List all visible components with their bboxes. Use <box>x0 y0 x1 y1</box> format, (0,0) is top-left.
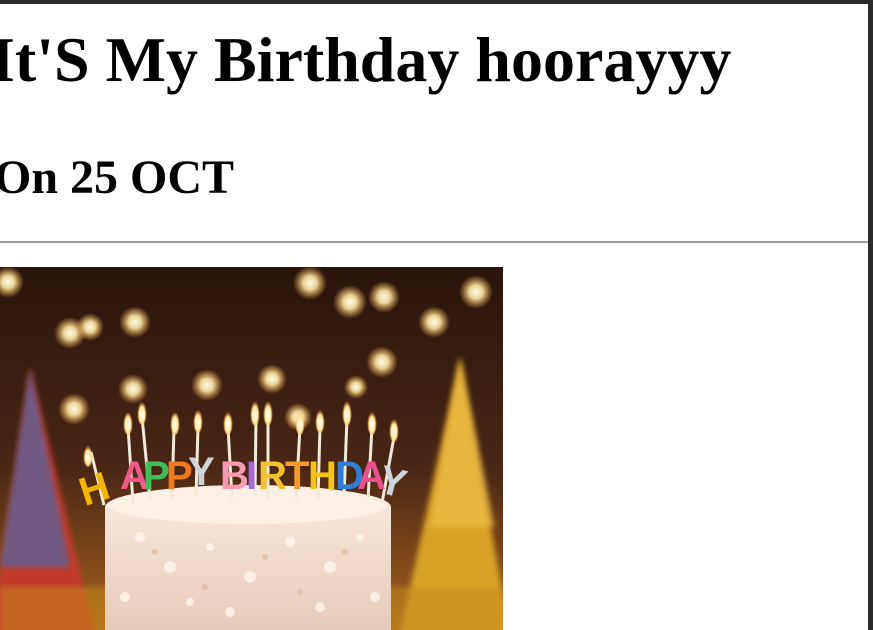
svg-text:Y: Y <box>188 450 215 494</box>
svg-text:H: H <box>308 454 337 498</box>
svg-text:R: R <box>258 454 287 498</box>
birthday-cake-image: H A P P Y B I R T H D A Y <box>0 267 503 630</box>
svg-text:B: B <box>220 454 249 498</box>
window-right-border <box>868 0 873 630</box>
date-subtitle: On 25 OCT <box>0 151 235 204</box>
svg-text:I: I <box>246 454 257 498</box>
page-title: It'S My Birthday hoorayyy <box>0 24 732 95</box>
svg-text:T: T <box>285 454 309 498</box>
divider <box>0 241 868 243</box>
page-content: It'S My Birthday hoorayyy On 25 OCT H A … <box>0 4 868 630</box>
